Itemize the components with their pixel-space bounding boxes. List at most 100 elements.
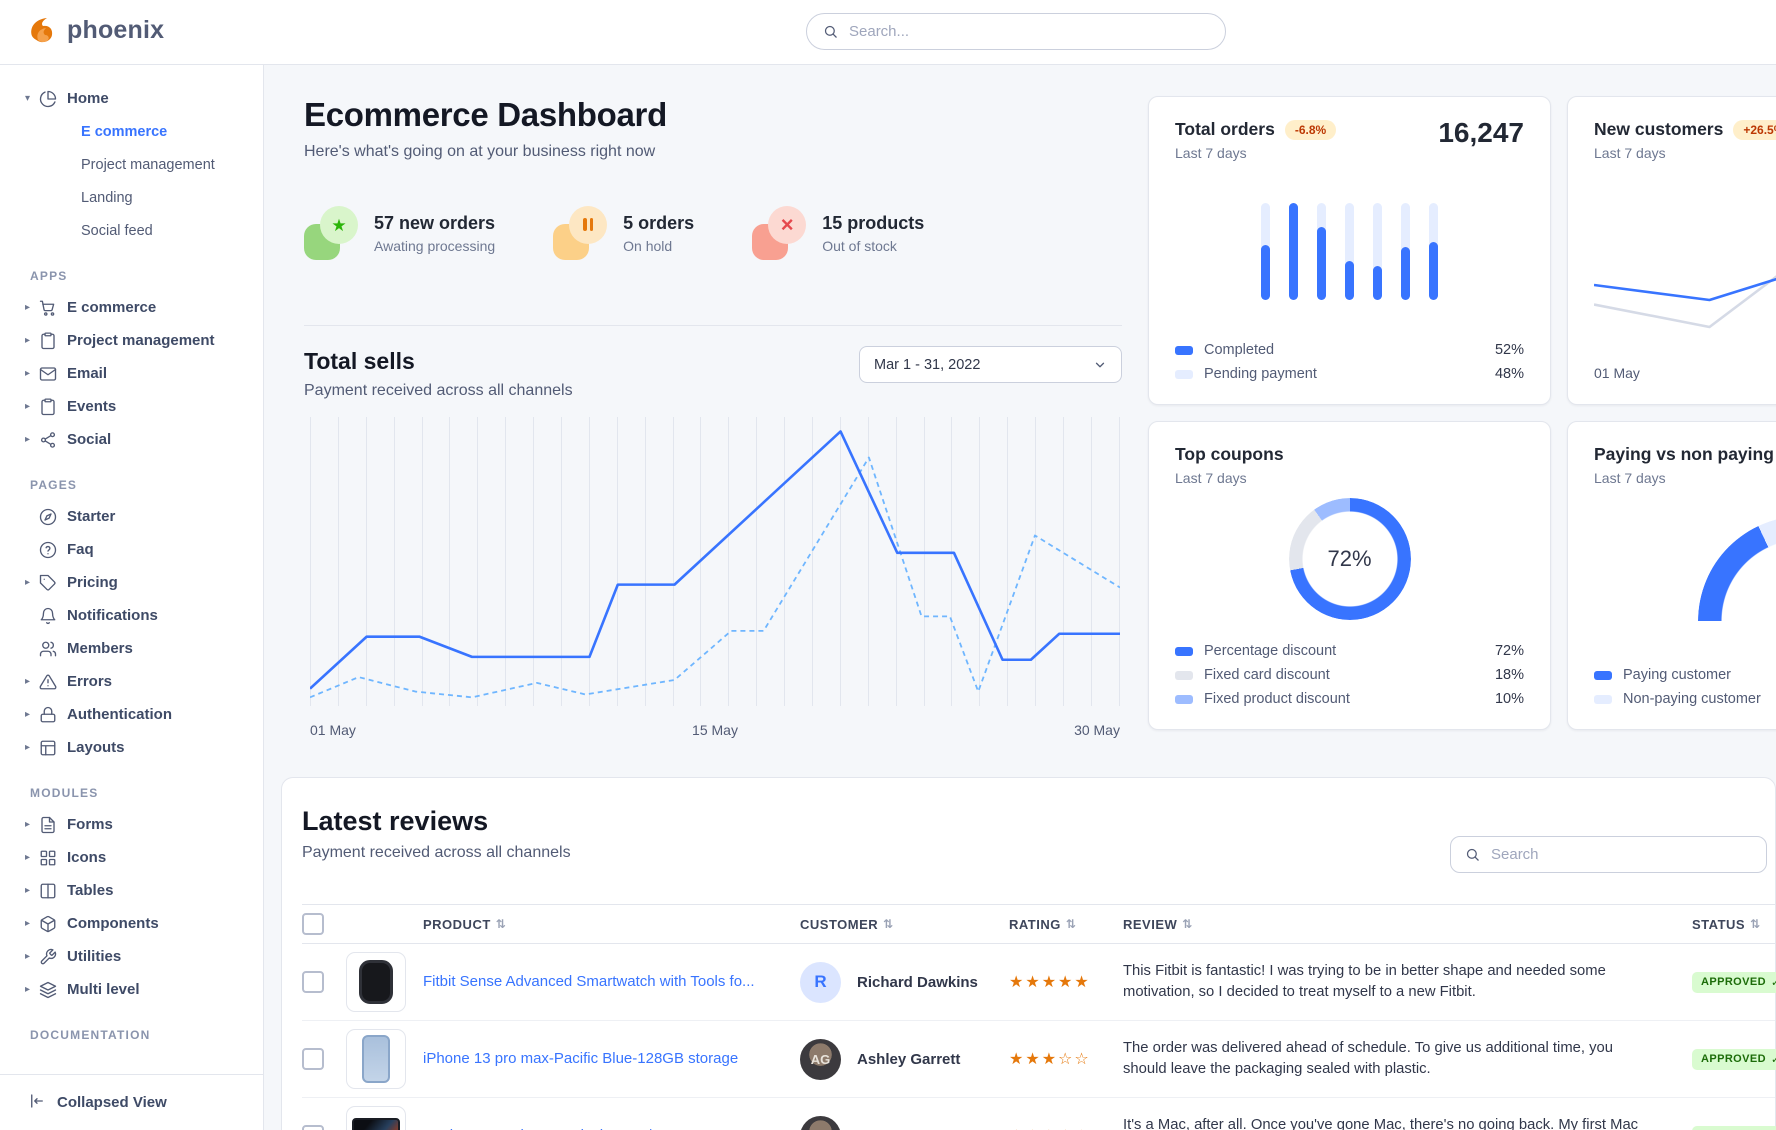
- check-icon: ✓: [1771, 1053, 1776, 1066]
- reviews-search[interactable]: [1450, 836, 1767, 873]
- legend-swatch: [1594, 671, 1612, 680]
- date-range-select[interactable]: Mar 1 - 31, 2022: [859, 346, 1122, 383]
- sidebar-item-members[interactable]: Members: [0, 632, 263, 665]
- order-bar: [1289, 203, 1298, 300]
- column-header-status[interactable]: STATUS ⇅: [1692, 917, 1775, 932]
- top-coupons-period: Last 7 days: [1175, 470, 1524, 486]
- main-content: Ecommerce Dashboard Here's what's going …: [263, 64, 1776, 1130]
- caret-down-icon: ▾: [25, 93, 39, 104]
- column-header-product[interactable]: PRODUCT ⇅: [423, 917, 800, 932]
- total-sells-lines: [310, 417, 1120, 706]
- sidebar-section-pages: PAGES: [0, 456, 263, 500]
- review-row: Fitbit Sense Advanced Smartwatch with To…: [302, 944, 1775, 1021]
- sidebar-item-pricing[interactable]: ▸Pricing: [0, 566, 263, 599]
- sidebar-item-events[interactable]: ▸Events: [0, 390, 263, 423]
- paying-card: Paying vs non paying Last 7 days Paying …: [1567, 421, 1776, 730]
- caret-right-icon: ▸: [25, 951, 39, 962]
- sidebar-item-email[interactable]: ▸Email: [0, 357, 263, 390]
- product-thumbnail-laptop: [346, 1106, 406, 1130]
- check-icon: ✓: [1771, 976, 1776, 989]
- sidebar-item-authentication[interactable]: ▸Authentication: [0, 698, 263, 731]
- product-link[interactable]: Apple MacBook Pro 13 inch-M1-8/256GB: [423, 1126, 800, 1130]
- column-header-rating[interactable]: RATING ⇅: [1009, 917, 1123, 932]
- top-navbar: phoenix: [0, 0, 1776, 65]
- legend-swatch: [1175, 695, 1193, 704]
- product-link[interactable]: Fitbit Sense Advanced Smartwatch with To…: [423, 972, 800, 992]
- top-coupons-legend: Percentage discount72%Fixed card discoun…: [1175, 643, 1524, 707]
- sidebar-item-e-commerce[interactable]: ▸E commerce: [0, 291, 263, 324]
- column-header-review[interactable]: REVIEW ⇅: [1123, 917, 1692, 932]
- clipboard-icon: [39, 398, 57, 416]
- sidebar-item-tables[interactable]: ▸Tables: [0, 874, 263, 907]
- kpi-cards-grid: Total orders -6.8% Last 7 days 16,247 Co…: [1148, 96, 1776, 730]
- global-search-input[interactable]: [847, 22, 1209, 41]
- total-orders-legend: Completed52%Pending payment48%: [1175, 342, 1524, 382]
- paying-title: Paying vs non paying: [1594, 444, 1774, 465]
- sidebar-item-layouts[interactable]: ▸Layouts: [0, 731, 263, 764]
- stat-out-of-stock: ×15 productsOut of stock: [752, 206, 924, 260]
- product-link[interactable]: iPhone 13 pro max-Pacific Blue-128GB sto…: [423, 1049, 800, 1069]
- clipboard-icon: [39, 332, 57, 350]
- review-text: It's a Mac, after all. Once you've gone …: [1123, 1115, 1692, 1130]
- caret-right-icon: ▸: [25, 885, 39, 896]
- search-icon: [1465, 847, 1480, 862]
- columns-icon: [39, 882, 57, 900]
- collapsed-view-toggle[interactable]: Collapsed View: [0, 1074, 263, 1130]
- sidebar-item-icons[interactable]: ▸Icons: [0, 841, 263, 874]
- sidebar-item-utilities[interactable]: ▸Utilities: [0, 940, 263, 973]
- pause-icon: [553, 206, 607, 260]
- customer-name: Ashley Garrett: [857, 1051, 960, 1068]
- stat-on-hold: 5 ordersOn hold: [553, 206, 694, 260]
- new-customers-line-chart: [1594, 207, 1776, 357]
- row-checkbox[interactable]: [302, 1048, 324, 1070]
- top-coupons-title: Top coupons: [1175, 444, 1284, 465]
- sidebar-subitem-social-feed[interactable]: Social feed: [0, 214, 263, 247]
- sidebar-subitem-project-management[interactable]: Project management: [0, 148, 263, 181]
- rating-stars: ★★★☆☆: [1009, 1049, 1123, 1069]
- legend-swatch: [1594, 695, 1612, 704]
- column-header-customer[interactable]: CUSTOMER ⇅: [800, 917, 1009, 932]
- pie-chart-icon: [39, 90, 57, 108]
- users-icon: [39, 640, 57, 658]
- latest-reviews-section: Latest reviews Payment received across a…: [281, 777, 1776, 1130]
- sidebar-item-social[interactable]: ▸Social: [0, 423, 263, 456]
- stat-value: 15 products: [822, 213, 924, 234]
- x-tick-label: 15 May: [692, 722, 738, 738]
- bell-icon: [39, 607, 57, 625]
- select-all-checkbox[interactable]: [302, 913, 324, 935]
- sidebar-item-starter[interactable]: Starter: [0, 500, 263, 533]
- caret-right-icon: ▸: [25, 577, 39, 588]
- reviews-title: Latest reviews: [302, 806, 1775, 837]
- total-orders-change-badge: -6.8%: [1285, 120, 1336, 140]
- reviews-search-input[interactable]: [1489, 845, 1752, 864]
- sidebar-item-faq[interactable]: Faq: [0, 533, 263, 566]
- caret-right-icon: ▸: [25, 709, 39, 720]
- date-range-value: Mar 1 - 31, 2022: [874, 357, 980, 373]
- search-icon: [823, 24, 838, 39]
- brand[interactable]: phoenix: [26, 14, 164, 46]
- sidebar-item-forms[interactable]: ▸Forms: [0, 808, 263, 841]
- row-checkbox[interactable]: [302, 971, 324, 993]
- sidebar-subitem-landing[interactable]: Landing: [0, 181, 263, 214]
- paying-period: Last 7 days: [1594, 470, 1776, 486]
- legend-swatch: [1175, 346, 1193, 355]
- sidebar-subitem-e-commerce[interactable]: E commerce: [0, 115, 263, 148]
- new-customers-x-label: 01 May: [1594, 365, 1776, 381]
- total-sells-subtitle: Payment received across all channels: [304, 382, 1122, 400]
- row-checkbox[interactable]: [302, 1125, 324, 1130]
- stat-label: Out of stock: [822, 238, 924, 254]
- paying-gauge-chart: [1698, 516, 1776, 621]
- sidebar-item-project-management[interactable]: ▸Project management: [0, 324, 263, 357]
- global-search[interactable]: [806, 13, 1226, 50]
- sidebar-item-notifications[interactable]: Notifications: [0, 599, 263, 632]
- sidebar-item-home[interactable]: ▾Home: [0, 82, 263, 115]
- stat-label: On hold: [623, 238, 694, 254]
- rating-stars: ★★★★★: [1009, 972, 1123, 992]
- sidebar-item-errors[interactable]: ▸Errors: [0, 665, 263, 698]
- sidebar-item-components[interactable]: ▸Components: [0, 907, 263, 940]
- order-bar: [1373, 203, 1382, 300]
- sidebar-item-multi-level[interactable]: ▸Multi level: [0, 973, 263, 1006]
- phoenix-logo-icon: [26, 14, 58, 46]
- review-row: iPhone 13 pro max-Pacific Blue-128GB sto…: [302, 1021, 1775, 1098]
- lock-icon: [39, 706, 57, 724]
